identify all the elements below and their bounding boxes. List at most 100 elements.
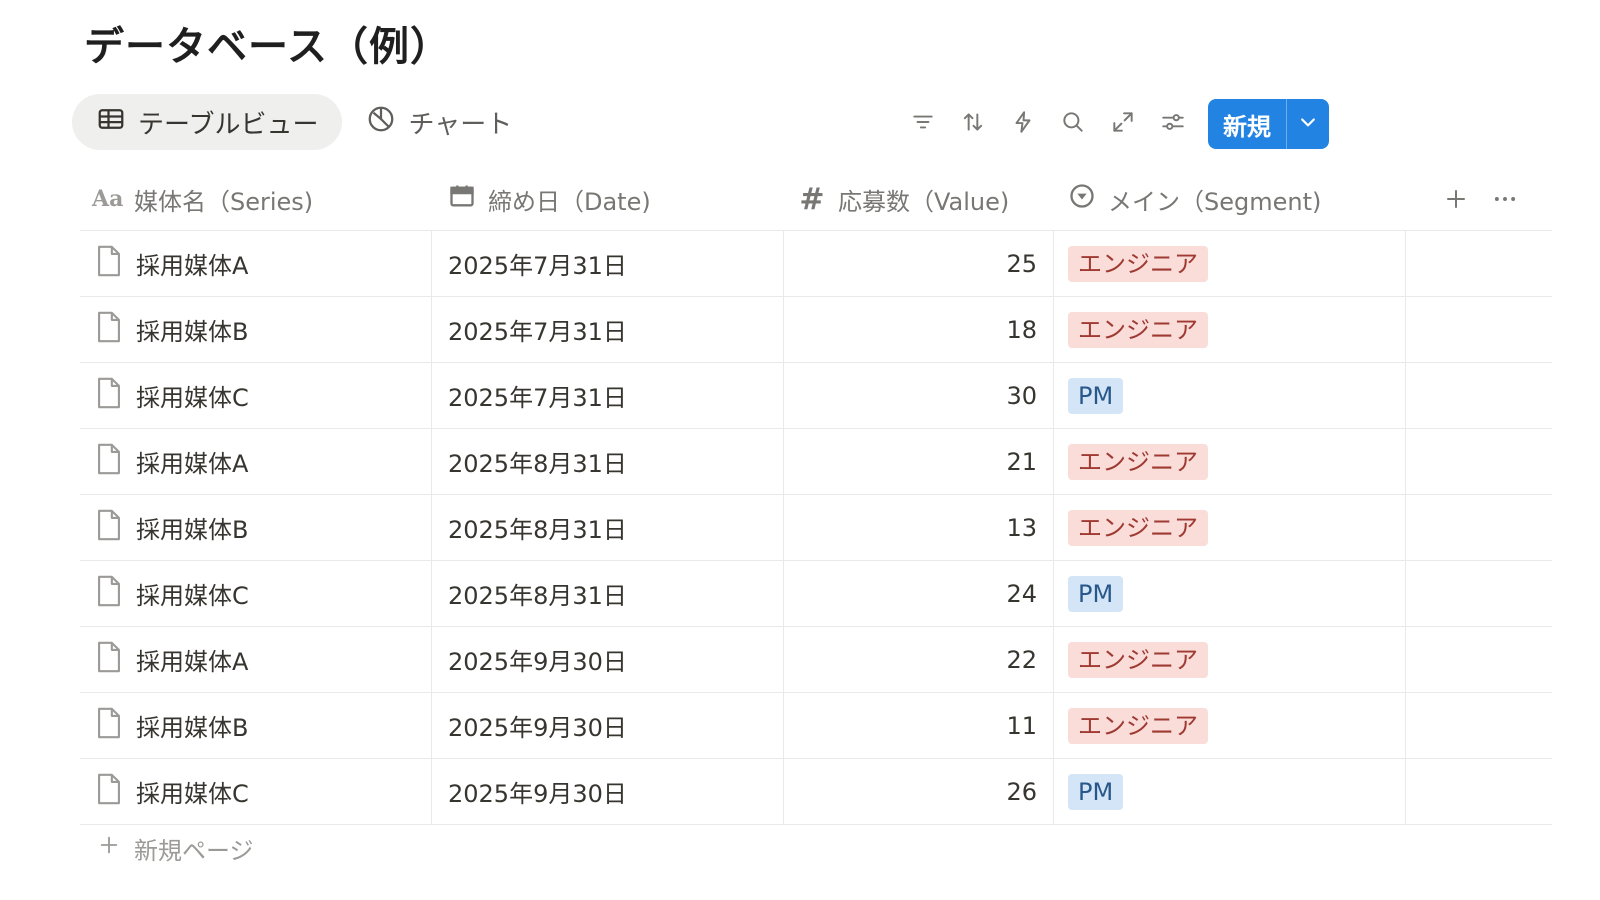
column-label: 締め日（Date) [488, 187, 651, 216]
more-options-button[interactable] [1492, 186, 1518, 212]
cell-value[interactable]: 18 [784, 297, 1054, 362]
cell-date[interactable]: 2025年9月30日 [432, 693, 784, 758]
table-row[interactable]: 採用媒体A 2025年8月31日 21 エンジニア [80, 429, 1552, 495]
cell-date[interactable]: 2025年8月31日 [432, 561, 784, 626]
chart-icon [366, 104, 396, 141]
cell-segment[interactable]: エンジニア [1054, 297, 1406, 362]
segment-tag: エンジニア [1068, 707, 1208, 744]
tab-chart[interactable]: チャート [342, 94, 536, 150]
cell-empty [1406, 297, 1552, 362]
table-row[interactable]: 採用媒体C 2025年8月31日 24 PM [80, 561, 1552, 627]
number-value: 22 [1006, 645, 1037, 674]
date-value: 2025年9月30日 [448, 780, 627, 808]
date-value: 2025年7月31日 [448, 384, 627, 412]
cell-value[interactable]: 11 [784, 693, 1054, 758]
cell-empty [1406, 495, 1552, 560]
cell-series[interactable]: 採用媒体C [80, 561, 432, 626]
number-value: 13 [1006, 513, 1037, 542]
segment-tag: エンジニア [1068, 641, 1208, 678]
cell-date[interactable]: 2025年7月31日 [432, 363, 784, 428]
number-value: 25 [1006, 249, 1037, 278]
page-icon [94, 772, 124, 812]
table-row[interactable]: 採用媒体A 2025年9月30日 22 エンジニア [80, 627, 1552, 693]
automation-button[interactable] [998, 99, 1048, 149]
segment-tag: PM [1068, 575, 1124, 612]
number-value: 21 [1006, 447, 1037, 476]
add-new-page-button[interactable]: 新規ページ [98, 824, 254, 872]
chevron-down-icon [1298, 112, 1318, 136]
new-dropdown-button[interactable] [1287, 99, 1329, 149]
sort-button[interactable] [948, 99, 998, 149]
cell-segment[interactable]: エンジニア [1054, 627, 1406, 692]
cell-value[interactable]: 22 [784, 627, 1054, 692]
expand-button[interactable] [1098, 99, 1148, 149]
cell-date[interactable]: 2025年7月31日 [432, 231, 784, 296]
view-settings-button[interactable] [1148, 99, 1198, 149]
new-button-group: 新規 [1208, 99, 1329, 149]
cell-empty [1406, 759, 1552, 824]
cell-segment[interactable]: PM [1054, 363, 1406, 428]
cell-segment[interactable]: PM [1054, 759, 1406, 824]
ellipsis-icon [1494, 197, 1516, 201]
series-name: 採用媒体C [136, 384, 249, 412]
cell-series[interactable]: 採用媒体A [80, 231, 432, 296]
cell-segment[interactable]: エンジニア [1054, 429, 1406, 494]
cell-series[interactable]: 採用媒体B [80, 693, 432, 758]
cell-date[interactable]: 2025年8月31日 [432, 429, 784, 494]
cell-date[interactable]: 2025年9月30日 [432, 627, 784, 692]
new-button[interactable]: 新規 [1208, 99, 1286, 149]
cell-series[interactable]: 採用媒体C [80, 363, 432, 428]
cell-segment[interactable]: PM [1054, 561, 1406, 626]
table-body: 採用媒体A 2025年7月31日 25 エンジニア 採用媒体B 2025年7月31日 18 エ… [80, 231, 1552, 825]
number-value: 11 [1006, 711, 1037, 740]
search-button[interactable] [1048, 99, 1098, 149]
cell-series[interactable]: 採用媒体B [80, 297, 432, 362]
filter-button[interactable] [898, 99, 948, 149]
table-row[interactable]: 採用媒体B 2025年8月31日 13 エンジニア [80, 495, 1552, 561]
cell-value[interactable]: 21 [784, 429, 1054, 494]
table-row[interactable]: 採用媒体B 2025年7月31日 18 エンジニア [80, 297, 1552, 363]
search-icon [1060, 109, 1086, 139]
cell-value[interactable]: 24 [784, 561, 1054, 626]
page-title: データベース（例） [84, 24, 451, 70]
cell-value[interactable]: 26 [784, 759, 1054, 824]
cell-date[interactable]: 2025年8月31日 [432, 495, 784, 560]
date-value: 2025年7月31日 [448, 318, 627, 346]
column-header-value[interactable]: # 応募数（Value) [784, 168, 1054, 230]
segment-tag: エンジニア [1068, 443, 1208, 480]
cell-series[interactable]: 採用媒体C [80, 759, 432, 824]
cell-segment[interactable]: エンジニア [1054, 693, 1406, 758]
table-header: Aa 媒体名（Series) 締め日（Date) # 応募数（Value) メイ… [80, 168, 1552, 231]
cell-date[interactable]: 2025年7月31日 [432, 297, 784, 362]
tab-table-view[interactable]: テーブルビュー [72, 94, 343, 150]
page-icon [94, 508, 124, 548]
cell-empty [1406, 429, 1552, 494]
cell-value[interactable]: 30 [784, 363, 1054, 428]
segment-tag: PM [1068, 773, 1124, 810]
cell-date[interactable]: 2025年9月30日 [432, 759, 784, 824]
table-row[interactable]: 採用媒体C 2025年9月30日 26 PM [80, 759, 1552, 825]
number-value: 24 [1006, 579, 1037, 608]
column-header-series[interactable]: Aa 媒体名（Series) [80, 168, 432, 230]
page-icon [94, 574, 124, 614]
sort-icon [960, 109, 986, 139]
toolbar: 新規 [898, 99, 1329, 149]
add-column-button[interactable] [1444, 187, 1468, 211]
cell-series[interactable]: 採用媒体A [80, 627, 432, 692]
table-row[interactable]: 採用媒体A 2025年7月31日 25 エンジニア [80, 231, 1552, 297]
date-value: 2025年8月31日 [448, 516, 627, 544]
segment-tag: エンジニア [1068, 245, 1208, 282]
column-actions [1406, 168, 1552, 230]
cell-series[interactable]: 採用媒体B [80, 495, 432, 560]
cell-segment[interactable]: エンジニア [1054, 231, 1406, 296]
table-row[interactable]: 採用媒体C 2025年7月31日 30 PM [80, 363, 1552, 429]
column-header-segment[interactable]: メイン（Segment) [1054, 168, 1406, 230]
cell-empty [1406, 363, 1552, 428]
cell-segment[interactable]: エンジニア [1054, 495, 1406, 560]
table-row[interactable]: 採用媒体B 2025年9月30日 11 エンジニア [80, 693, 1552, 759]
cell-series[interactable]: 採用媒体A [80, 429, 432, 494]
column-header-date[interactable]: 締め日（Date) [432, 168, 784, 230]
cell-empty [1406, 231, 1552, 296]
cell-value[interactable]: 13 [784, 495, 1054, 560]
cell-value[interactable]: 25 [784, 231, 1054, 296]
